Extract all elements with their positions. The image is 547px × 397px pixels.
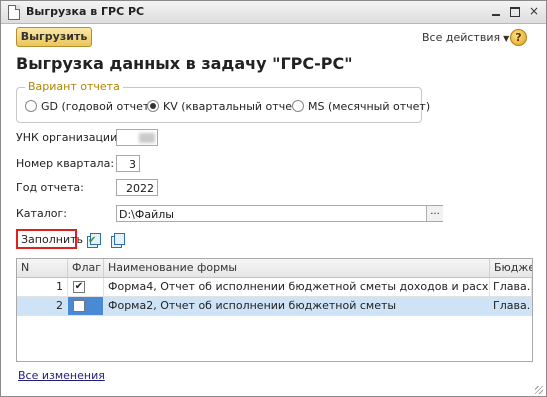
row-budget: Глава.: xyxy=(490,278,532,296)
radio-on-icon xyxy=(147,100,159,112)
minimize-button[interactable] xyxy=(488,4,504,19)
radio-ms-label: MS (месячный отчет) xyxy=(308,100,431,113)
column-header-name[interactable]: Наименование формы xyxy=(104,259,490,277)
unk-input[interactable] xyxy=(116,129,158,146)
table-header: N Флаг Наименование формы Бюджет xyxy=(17,259,532,278)
redacted-value xyxy=(139,133,155,143)
report-variant-label: Вариант отчета xyxy=(25,80,123,93)
check-all-icon[interactable]: ✔ xyxy=(87,233,101,248)
column-header-flag[interactable]: Флаг xyxy=(68,259,104,277)
browse-button[interactable]: ... xyxy=(426,206,443,221)
catalog-input[interactable]: D:\Файлы xyxy=(116,205,443,222)
export-dialog-window: Выгрузка в ГРС РС × Выгрузить Все действ… xyxy=(0,0,547,397)
radio-off-icon xyxy=(292,100,304,112)
column-header-n[interactable]: N xyxy=(17,259,68,277)
quarter-label: Номер квартала: xyxy=(16,157,115,170)
radio-gd-label: GD (годовой отчет) xyxy=(41,100,154,113)
document-icon xyxy=(8,5,20,20)
radio-gd[interactable]: GD (годовой отчет) xyxy=(25,100,154,113)
radio-kv-label: KV (квартальный отчет) xyxy=(163,100,303,113)
fill-button[interactable]: Заполнить xyxy=(21,233,83,246)
all-changes-link[interactable]: Все изменения xyxy=(18,369,105,382)
row-form-name: Форма2, Отчет об исполнении бюджетной см… xyxy=(104,297,490,315)
table-row[interactable]: 2 Форма2, Отчет об исполнении бюджетной … xyxy=(17,297,532,316)
row-number: 2 xyxy=(17,297,68,315)
year-input[interactable]: 2022 xyxy=(116,179,158,196)
page-title: Выгрузка данных в задачу "ГРС-РС" xyxy=(16,54,353,73)
row-number: 1 xyxy=(17,278,68,296)
title-bar: Выгрузка в ГРС РС × xyxy=(1,1,546,24)
quarter-input[interactable]: 3 xyxy=(116,155,140,172)
row-budget: Глава.: xyxy=(490,297,532,315)
export-button[interactable]: Выгрузить xyxy=(16,27,92,47)
help-icon[interactable]: ? xyxy=(510,29,527,46)
window-title: Выгрузка в ГРС РС xyxy=(26,5,145,18)
all-actions-label: Все действия xyxy=(422,31,501,44)
catalog-label: Каталог: xyxy=(16,207,67,220)
chevron-down-icon: ▼ xyxy=(503,34,510,43)
row-flag-cell[interactable] xyxy=(68,297,104,315)
close-button[interactable]: × xyxy=(526,4,542,19)
uncheck-all-icon[interactable] xyxy=(111,233,125,248)
radio-off-icon xyxy=(25,100,37,112)
all-actions-menu[interactable]: Все действия ▼ xyxy=(422,31,509,44)
row-form-name: Форма4, Отчет об исполнении бюджетной см… xyxy=(104,278,490,296)
forms-table: N Флаг Наименование формы Бюджет 1 ✔ Фор… xyxy=(16,258,533,362)
maximize-button[interactable] xyxy=(507,4,523,19)
unk-label: УНК организации: xyxy=(16,131,121,144)
checkbox-checked-icon[interactable]: ✔ xyxy=(73,281,85,293)
radio-kv[interactable]: KV (квартальный отчет) xyxy=(147,100,303,113)
checkbox-unchecked-icon[interactable] xyxy=(73,300,85,312)
column-header-budget[interactable]: Бюджет xyxy=(490,259,532,277)
resize-grip-icon[interactable] xyxy=(535,386,543,394)
table-row[interactable]: 1 ✔ Форма4, Отчет об исполнении бюджетно… xyxy=(17,278,532,297)
row-flag-cell[interactable]: ✔ xyxy=(68,278,104,296)
radio-ms[interactable]: MS (месячный отчет) xyxy=(292,100,430,113)
year-label: Год отчета: xyxy=(16,181,84,194)
